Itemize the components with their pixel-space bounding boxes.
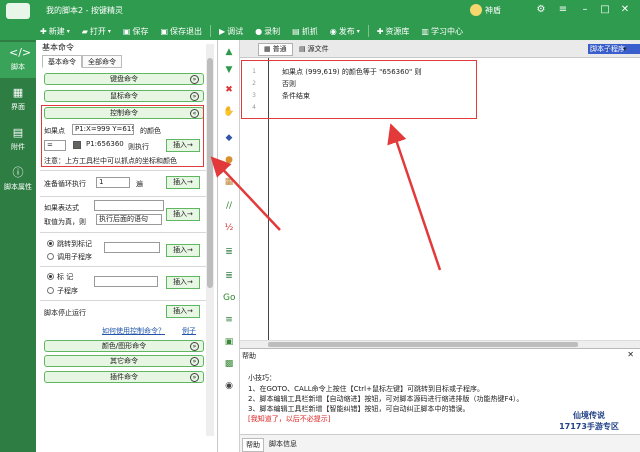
arrow-to-panel (210, 156, 281, 231)
arrow-to-code (387, 123, 442, 271)
annotation-arrows (210, 123, 442, 271)
